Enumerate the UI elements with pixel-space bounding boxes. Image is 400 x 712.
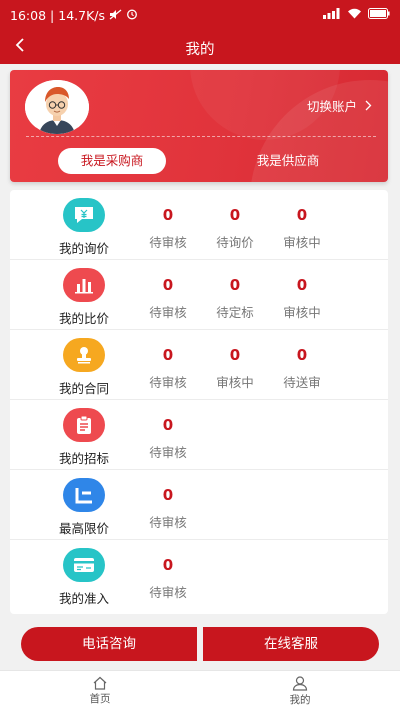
list-item-label: 我的合同 (58, 381, 109, 396)
stat-pending-review[interactable]: 0 待审核 (138, 416, 198, 461)
tab-mine[interactable]: 我的 (260, 676, 340, 707)
network-speed: 14.7K/s (58, 8, 106, 23)
stat-label: 待定标 (216, 305, 254, 320)
bar-chart-icon (63, 268, 105, 302)
home-icon (60, 676, 140, 690)
battery-icon (368, 8, 390, 22)
clipboard-icon (63, 408, 105, 442)
list-item-contract[interactable]: 我的合同 0 待审核 0 审核中 0 待送审 (10, 330, 388, 400)
list-item-label: 我的招标 (58, 451, 109, 466)
list-item-max-price[interactable]: 最高限价 0 待审核 (10, 470, 388, 540)
list-item-compare[interactable]: 我的比价 0 待审核 0 待定标 0 审核中 (10, 260, 388, 330)
list-item-tender[interactable]: 我的招标 0 待审核 (10, 400, 388, 470)
stat-label: 待审核 (149, 305, 187, 320)
stat-count: 0 (229, 346, 241, 364)
stat-under-review[interactable]: 0 审核中 (272, 206, 332, 251)
stat-pending-inquiry[interactable]: 0 待询价 (205, 206, 265, 251)
stat-under-review[interactable]: 0 审核中 (272, 276, 332, 321)
online-service-button[interactable]: 在线客服 (203, 627, 379, 661)
stat-pending-review[interactable]: 0 待审核 (138, 346, 198, 391)
stat-count: 0 (162, 346, 174, 364)
switch-account-link[interactable]: 切换账户 (307, 96, 372, 115)
list-item-access[interactable]: 我的准入 0 待审核 (10, 540, 388, 610)
page-title: 我的 (185, 42, 215, 58)
list-item-label: 最高限价 (58, 521, 109, 536)
stat-label: 审核中 (216, 375, 254, 390)
stat-count: 0 (229, 206, 241, 224)
list-item-label: 我的询价 (58, 241, 109, 256)
stat-count: 0 (296, 346, 308, 364)
stat-pending-review[interactable]: 0 待审核 (138, 556, 198, 601)
stat-label: 待审核 (149, 515, 187, 530)
role-supplier-button[interactable]: 我是供应商 (238, 148, 338, 174)
wifi-icon (347, 8, 362, 22)
stat-count: 0 (162, 206, 174, 224)
app-bar: 我的 (0, 30, 400, 64)
stat-count: 0 (162, 416, 174, 434)
alarm-icon (126, 8, 138, 23)
role-buyer-button[interactable]: 我是采购商 (58, 148, 166, 174)
stat-label: 审核中 (283, 235, 321, 250)
stat-count: 0 (162, 276, 174, 294)
stat-pending-award[interactable]: 0 待定标 (205, 276, 265, 321)
chevron-right-icon (365, 99, 372, 114)
stat-count: 0 (162, 556, 174, 574)
stat-count: 0 (296, 276, 308, 294)
signal-icon (323, 8, 341, 22)
stat-pending-review[interactable]: 0 待审核 (138, 486, 198, 531)
price-limit-icon (63, 478, 105, 512)
stat-pending-submit[interactable]: 0 待送审 (272, 346, 332, 391)
avatar[interactable] (25, 80, 89, 134)
stat-label: 待审核 (149, 235, 187, 250)
list-item-inquiry[interactable]: 我的询价 0 待审核 0 待询价 0 审核中 (10, 190, 388, 260)
list-item-label: 我的准入 (58, 591, 109, 606)
stat-pending-review[interactable]: 0 待审核 (138, 276, 198, 321)
clock: 16:08 (10, 8, 47, 23)
stat-label: 待审核 (149, 585, 187, 600)
stat-label: 待审核 (149, 375, 187, 390)
divider (26, 136, 376, 137)
tab-home[interactable]: 首页 (60, 676, 140, 706)
stat-count: 0 (296, 206, 308, 224)
stat-label: 待审核 (149, 445, 187, 460)
phone-consult-button[interactable]: 电话咨询 (21, 627, 197, 661)
stat-count: 0 (229, 276, 241, 294)
feature-list: 我的询价 0 待审核 0 待询价 0 审核中 我的比价 0 待审核 0 待定标 0 审核中 … (10, 190, 388, 614)
stat-label: 待送审 (283, 375, 321, 390)
tab-bar: 首页 我的 (0, 670, 400, 712)
stat-label: 待询价 (216, 235, 254, 250)
user-icon (260, 676, 340, 691)
stat-label: 审核中 (283, 305, 321, 320)
stat-pending-review[interactable]: 0 待审核 (138, 206, 198, 251)
card-icon (63, 548, 105, 582)
status-bar: 16:08 | 14.7K/s (0, 0, 400, 30)
user-card: 切换账户 我是采购商 我是供应商 (10, 70, 388, 182)
stat-under-review[interactable]: 0 审核中 (205, 346, 265, 391)
mute-icon (109, 8, 122, 23)
stamp-icon (63, 338, 105, 372)
list-item-label: 我的比价 (58, 311, 109, 326)
chat-yen-icon (63, 198, 105, 232)
stat-count: 0 (162, 486, 174, 504)
